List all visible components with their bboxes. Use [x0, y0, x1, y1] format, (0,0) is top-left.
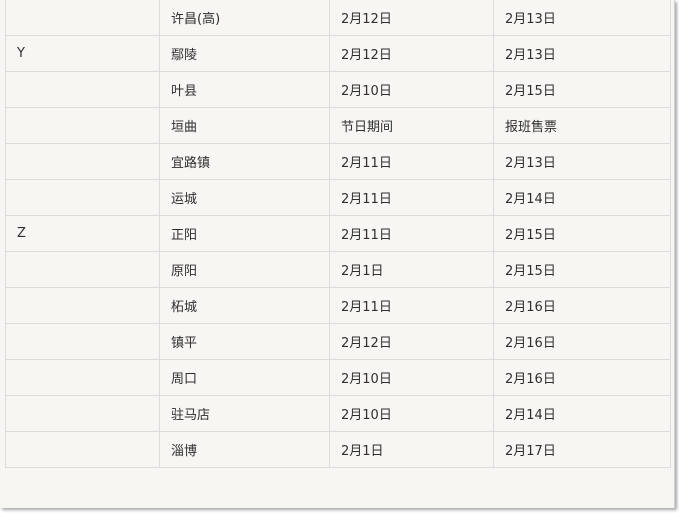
start-date-cell: 2月11日: [329, 179, 494, 216]
end-date-cell: 2月14日: [493, 395, 671, 432]
end-date-cell: 2月16日: [493, 359, 671, 396]
document-page: 许昌(高) 2月12日 2月13日 Y 鄢陵 2月12日 2月13日 叶县 2月…: [0, 0, 675, 508]
city-cell: 镇平: [159, 323, 330, 360]
table-row: 垣曲 节日期间 报班售票: [5, 107, 671, 144]
city-cell: 周口: [159, 359, 330, 396]
letter-cell: [5, 359, 160, 396]
start-date-cell: 2月12日: [329, 323, 494, 360]
start-date-cell: 节日期间: [329, 107, 494, 144]
end-date-cell: 2月14日: [493, 179, 671, 216]
start-date-cell: 2月11日: [329, 215, 494, 252]
letter-cell: [5, 0, 160, 36]
end-date-cell: 2月16日: [493, 287, 671, 324]
letter-cell: [5, 107, 160, 144]
letter-cell: [5, 323, 160, 360]
letter-cell: Z: [5, 215, 160, 252]
end-date-cell: 2月16日: [493, 323, 671, 360]
end-date-cell: 2月13日: [493, 0, 671, 36]
table-row: 镇平 2月12日 2月16日: [5, 323, 671, 360]
start-date-cell: 2月1日: [329, 251, 494, 288]
letter-cell: [5, 431, 160, 468]
table-row: 原阳 2月1日 2月15日: [5, 251, 671, 288]
end-date-cell: 2月15日: [493, 71, 671, 108]
city-cell: 正阳: [159, 215, 330, 252]
table-row: 许昌(高) 2月12日 2月13日: [5, 0, 671, 36]
letter-cell: [5, 143, 160, 180]
city-cell: 淄博: [159, 431, 330, 468]
city-cell: 运城: [159, 179, 330, 216]
letter-cell: [5, 395, 160, 432]
end-date-cell: 2月15日: [493, 215, 671, 252]
letter-cell: [5, 179, 160, 216]
letter-cell: [5, 251, 160, 288]
table-row: 淄博 2月1日 2月17日: [5, 431, 671, 468]
city-cell: 鄢陵: [159, 35, 330, 72]
table-row: Z 正阳 2月11日 2月15日: [5, 215, 671, 252]
start-date-cell: 2月11日: [329, 287, 494, 324]
city-cell: 原阳: [159, 251, 330, 288]
end-date-cell: 报班售票: [493, 107, 671, 144]
start-date-cell: 2月12日: [329, 0, 494, 36]
schedule-table: 许昌(高) 2月12日 2月13日 Y 鄢陵 2月12日 2月13日 叶县 2月…: [5, 0, 671, 468]
end-date-cell: 2月13日: [493, 35, 671, 72]
table-row: 宜路镇 2月11日 2月13日: [5, 143, 671, 180]
table-row: 驻马店 2月10日 2月14日: [5, 395, 671, 432]
letter-cell: [5, 287, 160, 324]
table-row: 柘城 2月11日 2月16日: [5, 287, 671, 324]
end-date-cell: 2月13日: [493, 143, 671, 180]
table-row: 叶县 2月10日 2月15日: [5, 71, 671, 108]
city-cell: 垣曲: [159, 107, 330, 144]
start-date-cell: 2月12日: [329, 35, 494, 72]
table-row: 运城 2月11日 2月14日: [5, 179, 671, 216]
start-date-cell: 2月11日: [329, 143, 494, 180]
city-cell: 驻马店: [159, 395, 330, 432]
start-date-cell: 2月1日: [329, 431, 494, 468]
table-row: Y 鄢陵 2月12日 2月13日: [5, 35, 671, 72]
letter-cell: Y: [5, 35, 160, 72]
city-cell: 宜路镇: [159, 143, 330, 180]
start-date-cell: 2月10日: [329, 395, 494, 432]
city-cell: 叶县: [159, 71, 330, 108]
city-cell: 柘城: [159, 287, 330, 324]
city-cell: 许昌(高): [159, 0, 330, 36]
letter-cell: [5, 71, 160, 108]
end-date-cell: 2月17日: [493, 431, 671, 468]
table-row: 周口 2月10日 2月16日: [5, 359, 671, 396]
start-date-cell: 2月10日: [329, 359, 494, 396]
start-date-cell: 2月10日: [329, 71, 494, 108]
end-date-cell: 2月15日: [493, 251, 671, 288]
